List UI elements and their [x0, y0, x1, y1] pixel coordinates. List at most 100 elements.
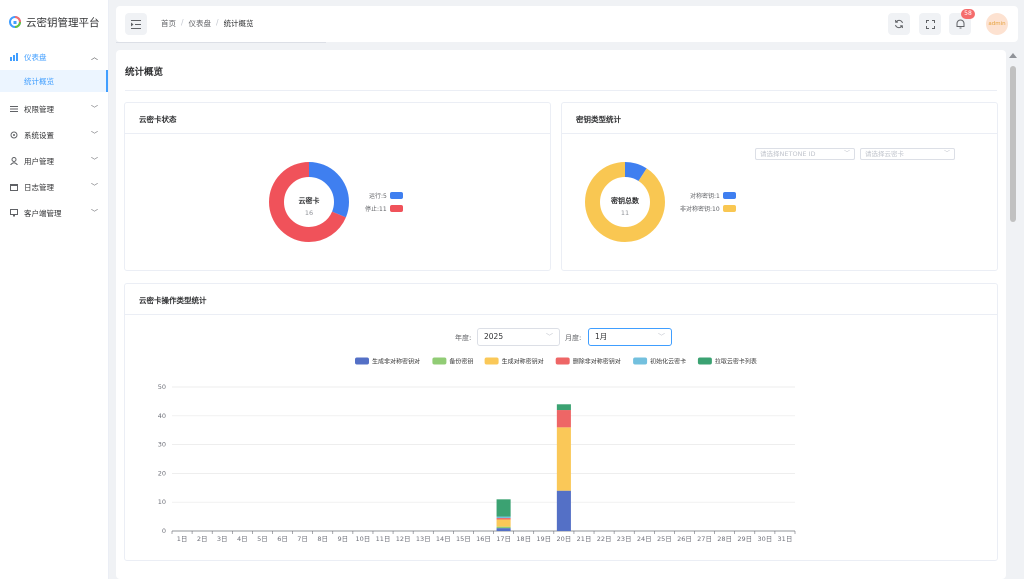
y-tick-label: 40: [158, 412, 166, 420]
breadcrumb-home[interactable]: 首页: [161, 18, 176, 29]
card-keytype: 密钥类型统计 请选择NETONE ID ﹀ 请选择云密卡 ﹀ 密钥总数 11 对…: [561, 102, 998, 271]
sidebar-item-users[interactable]: 用户管理 ﹀: [0, 148, 108, 174]
bar-segment-17日-1[interactable]: [496, 526, 511, 529]
logo[interactable]: 云密钥管理平台: [0, 0, 108, 44]
monitor-icon: [9, 209, 18, 218]
bar-segment-20日-0[interactable]: [556, 490, 571, 531]
bar-segment-20日-2[interactable]: [556, 427, 571, 491]
chevron-down-icon: ﹀: [91, 105, 98, 113]
y-tick-label: 50: [158, 383, 166, 391]
card-status: 云密卡状态 云密卡 16 运行:5 停止:11: [124, 102, 551, 271]
notification-badge: 58: [961, 9, 975, 19]
sidebar-subitem-label: 统计概览: [24, 76, 54, 86]
x-tick-label: 16日: [476, 535, 491, 543]
calendar-icon: [9, 183, 18, 192]
bar-segment-17日-0[interactable]: [496, 528, 511, 531]
x-tick-label: 23日: [617, 535, 632, 543]
menu-fold-icon: [131, 19, 141, 29]
legend-asymmetric[interactable]: 非对称密钥:10: [680, 204, 736, 213]
title-divider: [125, 90, 997, 91]
legend-stopped[interactable]: 停止:11: [365, 204, 403, 213]
sidebar-item-dashboard[interactable]: 仪表盘 ︿: [0, 44, 108, 70]
cloud-lock-logo-icon: [9, 16, 21, 28]
scroll-up-arrow-icon[interactable]: [1009, 53, 1017, 58]
refresh-icon: [895, 19, 903, 29]
legend-swatch: [389, 205, 403, 212]
x-tick-label: 20日: [556, 535, 571, 543]
x-tick-label: 7日: [297, 535, 308, 543]
sidebar-item-label: 系统设置: [24, 130, 54, 140]
gear-icon: [9, 131, 18, 140]
netone-select[interactable]: 请选择NETONE ID ﹀: [755, 148, 855, 160]
bar-segment-17日-5[interactable]: [496, 499, 511, 517]
breadcrumb-dashboard[interactable]: 仪表盘: [189, 18, 212, 29]
sidebar-item-clients[interactable]: 客户端管理 ﹀: [0, 200, 108, 226]
x-tick-label: 19日: [536, 535, 551, 543]
legend-running[interactable]: 运行:5: [369, 191, 403, 200]
sidebar-item-logs[interactable]: 日志管理 ﹀: [0, 174, 108, 200]
bar-segment-17日-3[interactable]: [496, 518, 511, 520]
legend-label: 对称密钥:1: [690, 193, 720, 200]
avatar[interactable]: admin: [986, 13, 1008, 35]
x-tick-label: 29日: [737, 535, 752, 543]
legend-item[interactable]: 初始化云密卡: [633, 357, 686, 365]
breadcrumb-separator: /: [181, 18, 184, 27]
fullscreen-icon: [925, 19, 935, 29]
legend-item[interactable]: 生成对称密钥对: [484, 357, 544, 365]
legend-label: 生成非对称密钥对: [372, 357, 420, 365]
legend-label: 非对称密钥:10: [680, 206, 720, 213]
bar-segment-17日-2[interactable]: [496, 519, 511, 527]
sidebar-item-label: 客户端管理: [24, 208, 62, 218]
y-tick-label: 30: [158, 441, 166, 449]
bar-segment-20日-3[interactable]: [556, 410, 571, 428]
x-tick-label: 17日: [496, 535, 511, 543]
x-tick-label: 3日: [217, 535, 228, 543]
scrollbar-thumb[interactable]: [1010, 66, 1016, 222]
legend-item[interactable]: 拉取云密卡列表: [697, 357, 757, 365]
legend-label: 停止:11: [365, 206, 387, 213]
legend-item[interactable]: 生成非对称密钥对: [355, 357, 420, 365]
legend-label: 生成对称密钥对: [502, 357, 544, 365]
donut-center-label: 云密卡: [299, 196, 320, 205]
breadcrumb-current: 统计概览: [223, 19, 254, 28]
x-tick-label: 25日: [657, 535, 672, 543]
sidebar-item-label: 权限管理: [24, 104, 54, 114]
legend-item[interactable]: 备份密钥: [432, 357, 473, 365]
notifications-button[interactable]: 58: [949, 9, 975, 35]
x-tick-label: 10日: [356, 535, 371, 543]
breadcrumb-separator: /: [216, 18, 219, 27]
legend-label: 删除非对称密钥对: [573, 357, 621, 365]
legend-symmetric[interactable]: 对称密钥:1: [690, 191, 736, 200]
user-icon: [9, 157, 18, 166]
card-select[interactable]: 请选择云密卡 ﹀: [860, 148, 955, 160]
y-tick-label: 10: [158, 498, 166, 506]
refresh-button[interactable]: [888, 13, 910, 35]
bar-segment-17日-4[interactable]: [496, 516, 511, 519]
fullscreen-button[interactable]: [919, 13, 941, 35]
operations-bar-chart: 0 10 20 30 40 50 1日 2日 3日 4日 5日 6日 7日 8日 9日 10日 11日 12日 13…: [158, 357, 796, 543]
page-title: 统计概览: [125, 67, 164, 78]
donut-center-value: 16: [305, 209, 313, 217]
legend-swatch: [555, 357, 570, 365]
legend-swatch: [633, 357, 648, 365]
x-tick-label: 5日: [257, 535, 268, 543]
x-tick-label: 24日: [637, 535, 652, 543]
legend-swatch: [355, 357, 369, 365]
x-tick-label: 18日: [516, 535, 531, 543]
card-status-title: 云密卡状态: [139, 115, 177, 124]
chevron-down-icon: ﹀: [91, 209, 98, 217]
sidebar-toggle-button[interactable]: [125, 13, 147, 35]
x-tick-label: 1日: [177, 535, 188, 543]
bell-icon: [956, 19, 964, 29]
donut-center-label: 密钥总数: [611, 196, 640, 205]
sidebar-item-system-settings[interactable]: 系统设置 ﹀: [0, 122, 108, 148]
breadcrumb: 首页 / 仪表盘 / 统计概览: [161, 18, 254, 29]
legend-item[interactable]: 删除非对称密钥对: [555, 357, 621, 365]
sidebar-subitem-overview[interactable]: 统计概览: [0, 70, 108, 92]
tab-underline: [116, 42, 326, 43]
bar-segment-20日-5[interactable]: [556, 404, 571, 411]
sidebar-item-label: 用户管理: [24, 156, 54, 166]
sidebar-item-permissions[interactable]: 权限管理 ﹀: [0, 96, 108, 122]
chevron-down-icon: ﹀: [91, 131, 98, 139]
top-header: 首页 / 仪表盘 / 统计概览 58 admin: [116, 6, 1018, 42]
